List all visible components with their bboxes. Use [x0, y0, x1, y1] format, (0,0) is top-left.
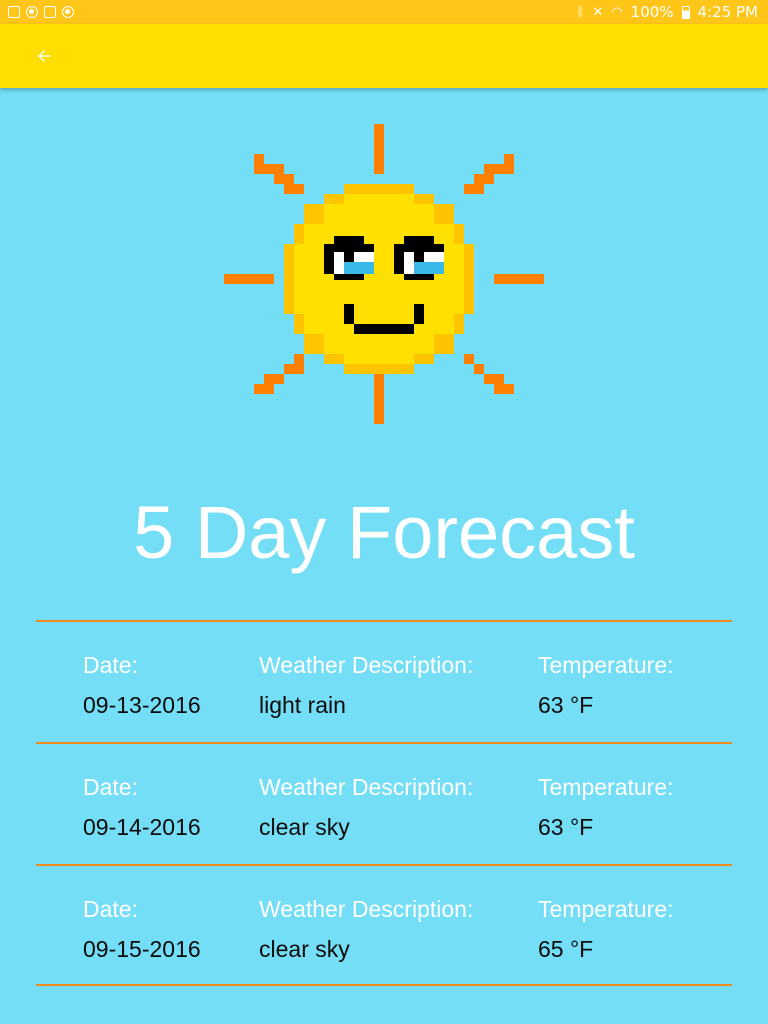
mute-icon: ✕	[592, 4, 604, 20]
battery-icon	[681, 5, 690, 19]
sun-illustration	[224, 124, 544, 424]
date-label: Date:	[83, 652, 138, 678]
back-button[interactable]	[16, 28, 72, 84]
date-value: 09-14-2016	[83, 814, 201, 840]
camera-notification-icon	[44, 6, 56, 18]
description-value: clear sky	[259, 814, 350, 840]
date-value: 09-15-2016	[83, 936, 201, 962]
description-value: clear sky	[259, 936, 350, 962]
date-value: 09-13-2016	[83, 692, 201, 718]
bluetooth-icon: ᛒ	[576, 4, 585, 20]
temperature-value: 63 °F	[538, 692, 594, 718]
description-label: Weather Description:	[259, 896, 474, 922]
notification-icons	[8, 6, 74, 18]
temperature-value: 63 °F	[538, 814, 594, 840]
date-column: Date: 09-13-2016	[83, 650, 201, 720]
description-column: Weather Description: clear sky	[259, 772, 473, 842]
battery-percent: 100%	[630, 3, 674, 21]
temperature-column: Temperature: 63 °F	[538, 772, 674, 842]
description-label: Weather Description:	[259, 774, 474, 800]
clock: 4:25 PM	[697, 3, 758, 21]
forecast-row: Date: 09-13-2016 Weather Description: li…	[36, 620, 732, 742]
image-notification-icon	[8, 6, 20, 18]
temperature-label: Temperature:	[538, 774, 674, 800]
smiling-sun-icon	[224, 124, 544, 424]
date-column: Date: 09-15-2016	[83, 894, 201, 964]
temperature-column: Temperature: 63 °F	[538, 650, 674, 720]
temperature-value: 65 °F	[538, 936, 594, 962]
description-value: light rain	[259, 692, 346, 718]
app-bar	[0, 24, 768, 88]
page-title: 5 Day Forecast	[133, 491, 635, 574]
temperature-label: Temperature:	[538, 896, 674, 922]
description-column: Weather Description: clear sky	[259, 894, 473, 964]
temperature-label: Temperature:	[538, 652, 674, 678]
description-column: Weather Description: light rain	[259, 650, 473, 720]
forecast-row: Date: 09-14-2016 Weather Description: cl…	[36, 742, 732, 864]
system-icons: ᛒ ✕ ◠ 100% 4:25 PM	[577, 3, 758, 21]
description-label: Weather Description:	[259, 652, 474, 678]
temperature-column: Temperature: 65 °F	[538, 894, 674, 964]
settings-notification-icon	[62, 6, 74, 18]
sync-notification-icon	[26, 6, 38, 18]
forecast-list: Date: 09-13-2016 Weather Description: li…	[36, 620, 732, 986]
date-label: Date:	[83, 774, 138, 800]
date-label: Date:	[83, 896, 138, 922]
status-bar: ᛒ ✕ ◠ 100% 4:25 PM	[0, 0, 768, 24]
forecast-row: Date: 09-15-2016 Weather Description: cl…	[36, 864, 732, 986]
wifi-icon: ◠	[611, 4, 623, 20]
date-column: Date: 09-14-2016	[83, 772, 201, 842]
arrow-back-icon	[38, 50, 50, 62]
